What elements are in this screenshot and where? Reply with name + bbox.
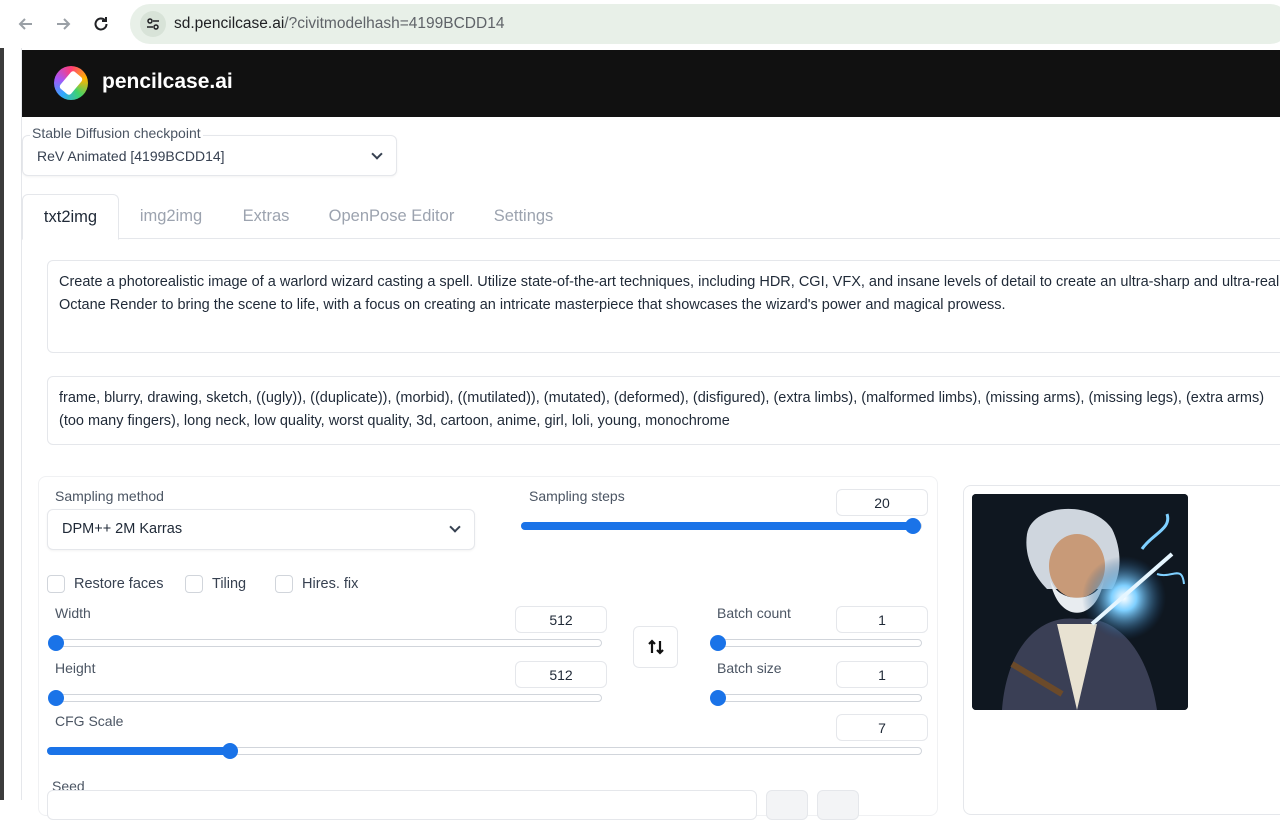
slider-thumb[interactable] [222,743,238,759]
generated-image[interactable] [972,494,1188,710]
tiling-checkbox[interactable]: Tiling [185,575,246,593]
batch-count-input[interactable]: 1 [836,606,928,633]
slider-thumb[interactable] [710,635,726,651]
sampling-steps-slider[interactable] [521,518,922,534]
hires-fix-label: Hires. fix [302,576,359,592]
batch-size-input[interactable]: 1 [836,661,928,688]
url-text: sd.pencilcase.ai/?civitmodelhash=4199BCD… [174,15,504,33]
window-edge [0,48,4,800]
address-bar[interactable]: sd.pencilcase.ai/?civitmodelhash=4199BCD… [130,4,1280,44]
random-seed-button[interactable] [766,790,808,820]
height-label: Height [55,660,96,676]
tab-settings[interactable]: Settings [474,194,573,239]
slider-fill [521,522,920,530]
prompt-line-1: Create a photorealistic image of a warlo… [59,274,1280,290]
back-button[interactable] [12,10,40,38]
checkpoint-value: ReV Animated [4199BCDD14] [37,148,225,164]
sampling-method-value: DPM++ 2M Karras [62,521,183,537]
arrow-left-icon [18,18,32,30]
app-header: pencilcase.ai [22,50,1280,117]
url-domain: sd.pencilcase.ai [174,15,285,32]
tab-img2img[interactable]: img2img [119,194,223,239]
batch-size-label: Batch size [717,660,782,676]
sampling-method-label: Sampling method [55,488,164,504]
batch-size-slider[interactable] [710,690,922,706]
restore-faces-checkbox[interactable]: Restore faces [47,575,163,593]
reload-button[interactable] [87,10,115,38]
height-input[interactable]: 512 [515,661,607,688]
seed-input[interactable] [47,790,757,820]
prompt-line-2: Octane Render to bring the scene to life… [59,296,1006,313]
checkbox-box[interactable] [185,575,203,593]
main-tabs: txt2img img2img Extras OpenPose Editor S… [22,194,1280,240]
swap-dimensions-button[interactable] [633,626,678,668]
batch-count-label: Batch count [717,605,791,621]
negative-prompt-line-1: frame, blurry, drawing, sketch, ((ugly))… [59,390,1265,406]
browser-toolbar: sd.pencilcase.ai/?civitmodelhash=4199BCD… [0,0,1280,48]
cfg-scale-label: CFG Scale [55,713,124,729]
cfg-scale-slider[interactable] [47,743,922,759]
slider-thumb[interactable] [48,635,64,651]
chevron-down-icon [371,148,383,160]
height-slider[interactable] [48,690,602,706]
tab-extras[interactable]: Extras [223,194,309,239]
slider-fill [47,747,237,755]
restore-faces-label: Restore faces [74,576,164,592]
site-info-icon[interactable] [140,11,166,37]
checkpoint-label: Stable Diffusion checkpoint [30,125,203,141]
prompt-textarea[interactable]: Create a photorealistic image of a warlo… [47,260,1280,353]
slider-thumb[interactable] [905,518,921,534]
width-slider[interactable] [48,635,602,651]
pencilcase-logo [54,66,88,100]
checkbox-box[interactable] [47,575,65,593]
tab-openpose-editor[interactable]: OpenPose Editor [309,194,474,239]
reuse-seed-button[interactable] [817,790,859,820]
slider-thumb[interactable] [48,690,64,706]
brand-name: pencilcase.ai [102,70,233,93]
negative-prompt-line-2: (too many fingers), long neck, low quali… [59,412,730,429]
checkpoint-dropdown[interactable]: ReV Animated [4199BCDD14] [22,135,397,176]
chevron-down-icon [449,521,461,533]
tab-txt2img[interactable]: txt2img [22,194,119,240]
arrow-right-icon [57,18,71,30]
url-path: /?civitmodelhash=4199BCDD14 [284,15,505,32]
sampling-steps-label: Sampling steps [529,488,625,504]
negative-prompt-textarea[interactable]: frame, blurry, drawing, sketch, ((ugly))… [47,376,1280,445]
width-input[interactable]: 512 [515,606,607,633]
sampling-method-dropdown[interactable]: DPM++ 2M Karras [47,509,475,550]
batch-count-slider[interactable] [710,635,922,651]
sampling-steps-input[interactable]: 20 [836,489,928,516]
hires-fix-checkbox[interactable]: Hires. fix [275,575,358,593]
forward-button[interactable] [49,10,77,38]
width-label: Width [55,605,91,621]
checkbox-box[interactable] [275,575,293,593]
wizard-image [972,494,1188,710]
slider-thumb[interactable] [710,690,726,706]
reload-icon [94,17,108,31]
tiling-label: Tiling [212,576,247,592]
swap-vertical-icon [647,639,664,655]
cfg-scale-input[interactable]: 7 [836,714,928,741]
